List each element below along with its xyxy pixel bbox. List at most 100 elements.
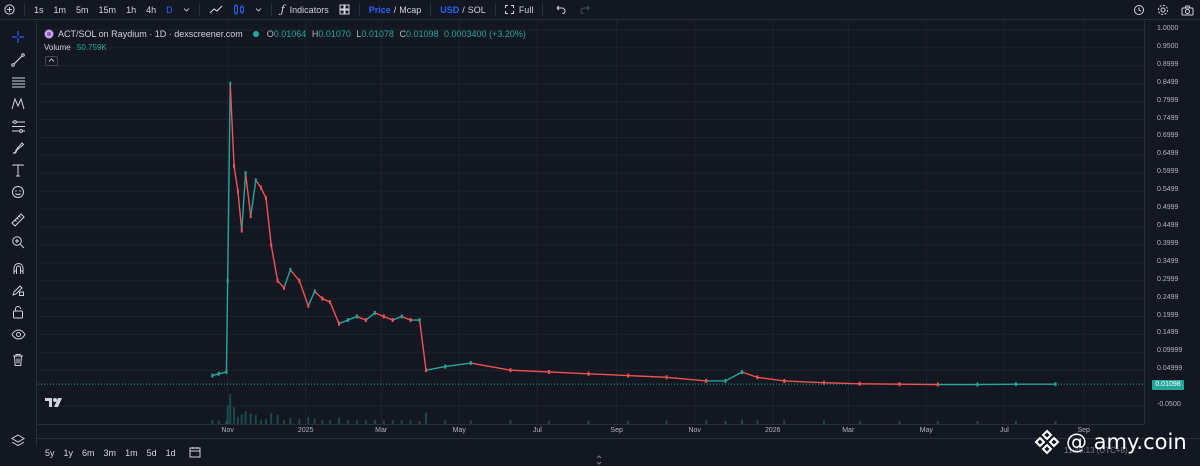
add-symbol-button[interactable] bbox=[0, 0, 20, 20]
crosshair-tool[interactable] bbox=[8, 27, 28, 47]
time-tick-label: Jul bbox=[532, 427, 542, 434]
fullscreen-button[interactable]: Full bbox=[500, 0, 539, 20]
range-6m[interactable]: 6m bbox=[82, 448, 95, 458]
lock-drawings-tool[interactable] bbox=[8, 302, 28, 322]
range-5d[interactable]: 5d bbox=[147, 448, 157, 458]
price-axis[interactable]: 1.0000 0.9500 0.8999 0.8499 0.7999 0.7499 0.69… bbox=[1144, 21, 1200, 424]
alert-button[interactable] bbox=[1127, 0, 1151, 20]
price-segment bbox=[265, 198, 272, 245]
settings-button[interactable] bbox=[1151, 0, 1175, 20]
ohlc-values: O0.01064 H0.01070 L0.01078 C0.01098 0.00… bbox=[267, 29, 526, 39]
object-tree-tool[interactable] bbox=[8, 431, 28, 451]
price-point bbox=[936, 382, 939, 387]
redo-button[interactable] bbox=[575, 0, 595, 20]
emoji-tool[interactable] bbox=[8, 182, 28, 202]
plus-circle-icon bbox=[4, 4, 15, 15]
undo-button[interactable] bbox=[551, 0, 571, 20]
price-point bbox=[313, 289, 316, 294]
volume-bar bbox=[337, 417, 340, 424]
price-point bbox=[391, 318, 394, 323]
sol-option[interactable]: SOL bbox=[468, 5, 486, 15]
tradingview-logo[interactable] bbox=[44, 396, 66, 410]
price-segment bbox=[392, 315, 402, 321]
toolbar-divider bbox=[270, 3, 272, 16]
interval-1s[interactable]: 1s bbox=[29, 0, 49, 20]
grid-layout-icon bbox=[339, 4, 350, 15]
change-value: 0.0003400 (+3.20%) bbox=[444, 29, 526, 39]
price-point bbox=[741, 369, 744, 374]
time-axis[interactable]: Nov 2025 Mar May Jul Sep Nov 2026 Mar May Jul Sep bbox=[38, 424, 1144, 438]
goto-date-button[interactable] bbox=[189, 446, 201, 460]
resize-arrows-icon bbox=[596, 455, 602, 465]
volume-bar bbox=[249, 413, 252, 424]
price-segment bbox=[548, 371, 589, 375]
snapshot-button[interactable] bbox=[1175, 0, 1200, 20]
price-point bbox=[409, 318, 412, 323]
drawing-toolbar bbox=[0, 21, 37, 447]
price-segment bbox=[784, 380, 824, 384]
panel-resize-handle[interactable] bbox=[596, 455, 602, 466]
price-tick-label: 0.6999 bbox=[1157, 132, 1179, 140]
ruler-tool[interactable] bbox=[8, 210, 28, 230]
redo-icon bbox=[580, 5, 591, 14]
interval-5m[interactable]: 5m bbox=[71, 0, 94, 20]
price-point bbox=[236, 189, 239, 194]
fib-tool[interactable] bbox=[8, 116, 28, 136]
open-key: O bbox=[266, 29, 274, 39]
indicators-button[interactable]: ƒ Indicators bbox=[276, 0, 334, 20]
full-label: Full bbox=[518, 4, 534, 15]
horizontal-lines-tool[interactable] bbox=[8, 72, 28, 92]
hide-drawings-tool[interactable] bbox=[8, 324, 28, 344]
range-3m[interactable]: 3m bbox=[104, 448, 117, 458]
price-point bbox=[289, 267, 292, 272]
interval-1h[interactable]: 1h bbox=[121, 0, 141, 20]
mcap-option[interactable]: Mcap bbox=[399, 5, 421, 15]
price-segment bbox=[356, 315, 367, 321]
range-5y[interactable]: 5y bbox=[45, 448, 55, 458]
layout-button[interactable] bbox=[334, 0, 355, 20]
range-1m[interactable]: 1m bbox=[125, 448, 138, 458]
interval-d[interactable]: D bbox=[161, 0, 178, 20]
range-1d[interactable]: 1d bbox=[166, 448, 176, 458]
text-tool[interactable] bbox=[8, 160, 28, 180]
price-chart[interactable] bbox=[38, 21, 1144, 424]
price-point bbox=[858, 381, 861, 386]
range-1y[interactable]: 1y bbox=[64, 448, 74, 458]
chart-type-dropdown[interactable] bbox=[250, 0, 267, 20]
line-chart-button[interactable] bbox=[204, 0, 228, 20]
candles-button[interactable] bbox=[228, 0, 250, 20]
trend-line-tool[interactable] bbox=[8, 50, 28, 70]
price-tick-label: 0.4999 bbox=[1157, 204, 1179, 212]
usd-option[interactable]: USD bbox=[440, 5, 459, 15]
price-mcap-toggle[interactable]: Price / Mcap bbox=[364, 0, 427, 20]
last-price-label: 0.01098 bbox=[1152, 380, 1184, 390]
price-segment bbox=[470, 362, 511, 371]
brush-icon bbox=[12, 142, 25, 154]
toolbar-right bbox=[1127, 0, 1200, 20]
remove-drawings-tool[interactable] bbox=[8, 350, 28, 370]
interval-15m[interactable]: 15m bbox=[94, 0, 122, 20]
interval-4h[interactable]: 4h bbox=[141, 0, 161, 20]
pattern-tool[interactable] bbox=[8, 94, 28, 114]
price-option[interactable]: Price bbox=[369, 5, 391, 15]
zoom-tool[interactable] bbox=[8, 232, 28, 252]
collapse-legend-button[interactable] bbox=[45, 56, 58, 66]
price-tick-label: 0.3499 bbox=[1157, 257, 1179, 265]
price-tick-label: 0.4499 bbox=[1157, 221, 1179, 229]
interval-dropdown[interactable] bbox=[178, 0, 195, 20]
price-point bbox=[211, 373, 214, 378]
price-point bbox=[355, 314, 358, 319]
volume-bar bbox=[254, 415, 257, 424]
price-segment bbox=[237, 191, 243, 231]
symbol-title[interactable]: ACT/SOL on Raydium · 1D · dexscreener.co… bbox=[58, 29, 243, 39]
magnet-tool[interactable] bbox=[8, 258, 28, 278]
price-point bbox=[724, 378, 727, 383]
price-tick-label: 0.8999 bbox=[1157, 60, 1179, 68]
brush-tool[interactable] bbox=[8, 138, 28, 158]
stay-in-drawing-tool[interactable] bbox=[8, 280, 28, 300]
zoom-in-icon bbox=[12, 236, 25, 249]
interval-1m[interactable]: 1m bbox=[49, 0, 72, 20]
price-point bbox=[217, 371, 220, 376]
currency-toggle[interactable]: USD / SOL bbox=[435, 0, 491, 20]
price-point bbox=[705, 378, 708, 383]
